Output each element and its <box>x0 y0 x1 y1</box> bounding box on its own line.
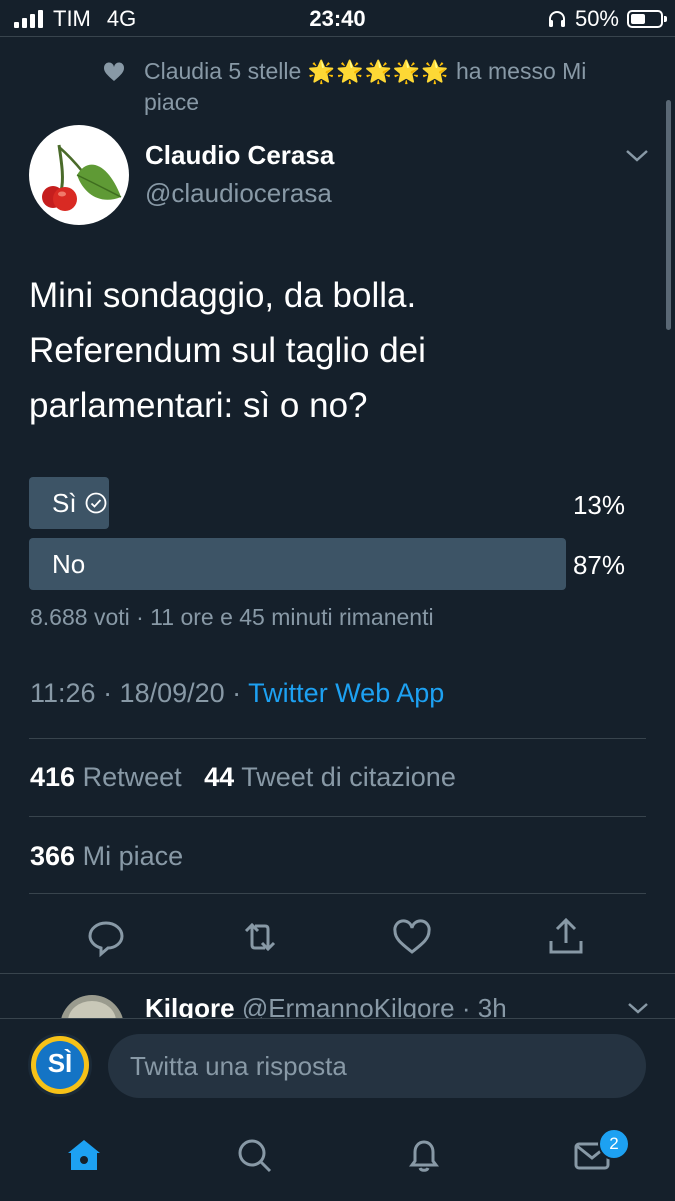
reply-icon[interactable] <box>84 915 128 959</box>
poll-option-label: No <box>52 548 86 579</box>
social-context-name: Claudia 5 stelle <box>144 58 302 84</box>
share-icon[interactable] <box>544 915 588 959</box>
tweet-text: Mini sondaggio, da bolla. Referendum sul… <box>29 268 649 433</box>
user-avatar-text: SÌ <box>36 1041 84 1089</box>
poll-option-percent: 87% <box>572 550 625 580</box>
status-bar: TIM 4G 23:40 50% <box>0 0 675 36</box>
tweet-timestamp: 11:26 · 18/09/20 · Twitter Web App <box>30 678 444 709</box>
author-avatar[interactable] <box>29 125 129 225</box>
headphones-icon <box>548 11 565 27</box>
tweet-text-line: Mini sondaggio, da bolla. <box>29 276 417 315</box>
likes-count: 366 <box>30 841 76 871</box>
reply-input-placeholder: Twitta una risposta <box>130 1050 347 1081</box>
star-emojis: 🌟🌟🌟🌟🌟 <box>307 59 450 84</box>
like-icon[interactable] <box>390 915 434 959</box>
battery-icon <box>627 10 667 28</box>
scrollbar[interactable] <box>666 100 671 330</box>
retweet-label: Retweet <box>82 762 182 792</box>
reply-input[interactable]: Twitta una risposta <box>108 1034 646 1098</box>
source-link[interactable]: Twitter Web App <box>248 678 444 708</box>
home-icon[interactable] <box>64 1135 104 1175</box>
divider <box>29 738 646 739</box>
reply-header[interactable]: Kilgore @ErmannoKilgore · 3h <box>145 993 507 1020</box>
quote-count: 44 <box>204 762 235 792</box>
heart-icon <box>103 62 125 81</box>
retweet-counts[interactable]: 416 Retweet 44 Tweet di citazione <box>30 762 456 793</box>
divider <box>0 973 675 974</box>
check-circle-icon <box>85 492 106 514</box>
likes-counts[interactable]: 366 Mi piace <box>30 841 183 872</box>
reply-author-handle: @ErmannoKilgore <box>241 993 455 1020</box>
poll-option-yes: Sì <box>52 477 107 529</box>
tweet-text-line: parlamentari: sì o no? <box>29 386 368 425</box>
cherry-icon <box>42 144 122 211</box>
messages-badge: 2 <box>598 1128 630 1160</box>
poll-meta: 8.688 voti · 11 ore e 45 minuti rimanent… <box>30 604 434 630</box>
poll-option-no: No <box>52 538 85 590</box>
quote-label: Tweet di citazione <box>241 762 456 792</box>
poll-option-no-bar <box>29 538 566 590</box>
search-icon[interactable] <box>234 1135 274 1175</box>
reply-time: · 3h <box>461 993 507 1020</box>
status-divider <box>0 36 675 37</box>
divider <box>29 816 646 817</box>
likes-label: Mi piace <box>82 841 184 871</box>
divider <box>29 893 646 894</box>
author-name[interactable]: Claudio Cerasa <box>145 140 334 171</box>
tweet-text-line: Referendum sul taglio dei <box>29 331 426 370</box>
user-avatar[interactable]: SÌ <box>28 1033 92 1097</box>
poll-option-label: Sì <box>52 487 77 518</box>
timestamp-text: 11:26 · 18/09/20 · <box>30 678 249 708</box>
battery-percent: 50% <box>574 6 619 31</box>
author-handle[interactable]: @claudiocerasa <box>145 178 332 209</box>
retweet-icon[interactable] <box>238 915 282 959</box>
chevron-down-icon[interactable] <box>626 1000 650 1018</box>
retweet-count: 416 <box>30 762 76 792</box>
reply-author-name: Kilgore <box>145 993 235 1020</box>
poll-option-percent: 13% <box>572 490 625 520</box>
chevron-down-icon[interactable] <box>624 146 650 166</box>
notifications-icon[interactable] <box>404 1135 444 1175</box>
